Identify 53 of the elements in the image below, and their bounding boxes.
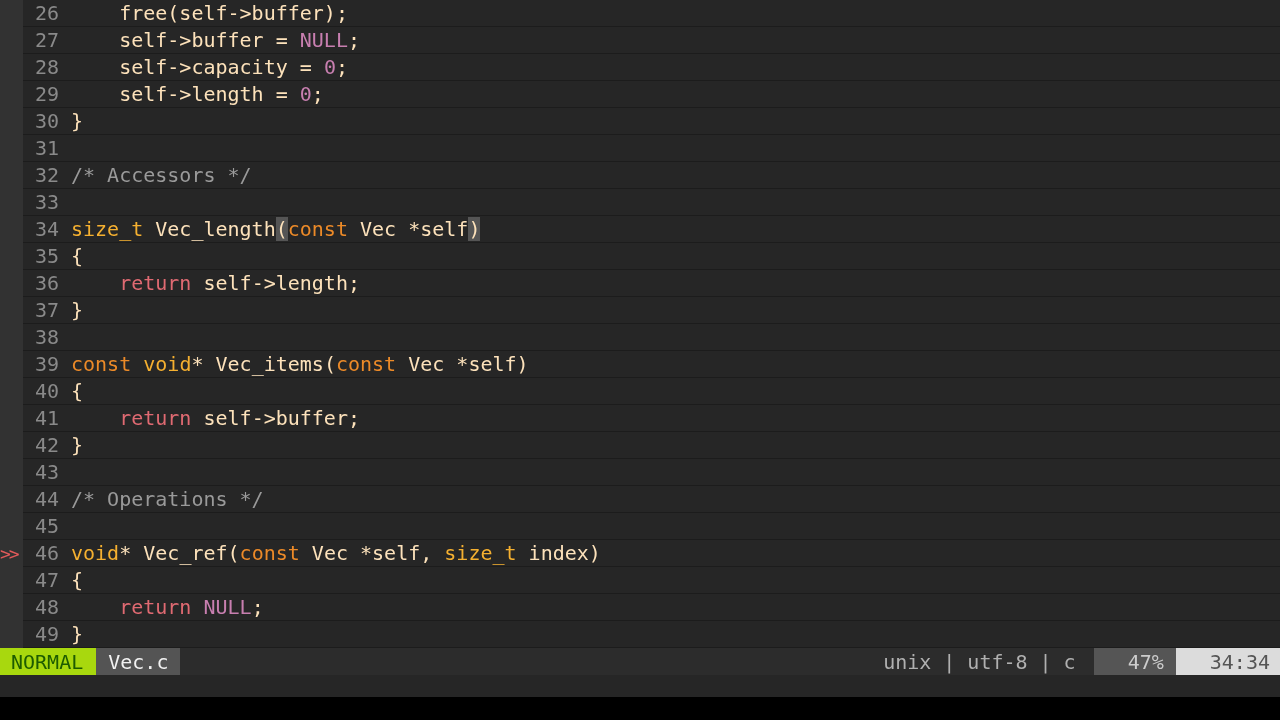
code-line: self->length = 0; [118,82,324,106]
line-number: 47 [35,568,59,592]
file-name: Vec.c [96,648,181,675]
line-number: 49 [35,622,59,646]
line-number: 27 [35,28,59,52]
line-number: 26 [35,1,59,25]
line-number: 31 [35,136,59,160]
scroll-percent: 47% [1093,648,1176,675]
file-encoding: utf-8 [967,649,1028,674]
separator: | [943,649,956,674]
code-line: /* Accessors */ [71,163,252,187]
mode-indicator: NORMAL [0,648,97,675]
code-line: /* Operations */ [71,487,264,511]
file-type: c [1063,649,1076,674]
code-line: return self->buffer; [118,406,360,430]
code-line: return NULL; [118,595,264,619]
line-number: 42 [35,433,59,457]
line-number: 39 [35,352,59,376]
line-number: 29 [35,82,59,106]
line-number: 38 [35,325,59,349]
line-number: 41 [35,406,59,430]
line-number: 33 [35,190,59,214]
line-number: 28 [35,55,59,79]
line-number: 46 [35,541,59,565]
sign-marker: >> [0,543,18,564]
line-number: 36 [35,271,59,295]
code-line: { [71,568,84,592]
line-number: 40 [35,379,59,403]
code-line: void* Vec_ref(const Vec *self, size_t index) [71,541,601,565]
code-line: } [71,622,84,646]
line-number: 44 [35,487,59,511]
line-number: 32 [35,163,59,187]
line-number: 34 [35,217,59,241]
code-line: } [71,109,84,133]
code-line: const void* Vec_items(const Vec *self) [71,352,529,376]
code-line: { [71,379,84,403]
code-line: size_t Vec_length(const Vec *self) [71,217,481,241]
code-line: free(self->buffer); [118,1,348,25]
code-line: self->capacity = 0; [118,55,348,79]
file-format: unix [883,649,932,674]
line-number: 43 [35,460,59,484]
code-line: self->buffer = NULL; [118,28,360,52]
line-number: 37 [35,298,59,322]
line-number: 45 [35,514,59,538]
cursor-position: 34:34 [1175,648,1280,675]
separator: | [1039,649,1052,674]
line-number: 30 [35,109,59,133]
line-number: 35 [35,244,59,268]
code-line: { [71,244,84,268]
code-line: } [71,298,84,322]
code-line: } [71,433,84,457]
line-number: 48 [35,595,59,619]
code-line: return self->length; [118,271,360,295]
